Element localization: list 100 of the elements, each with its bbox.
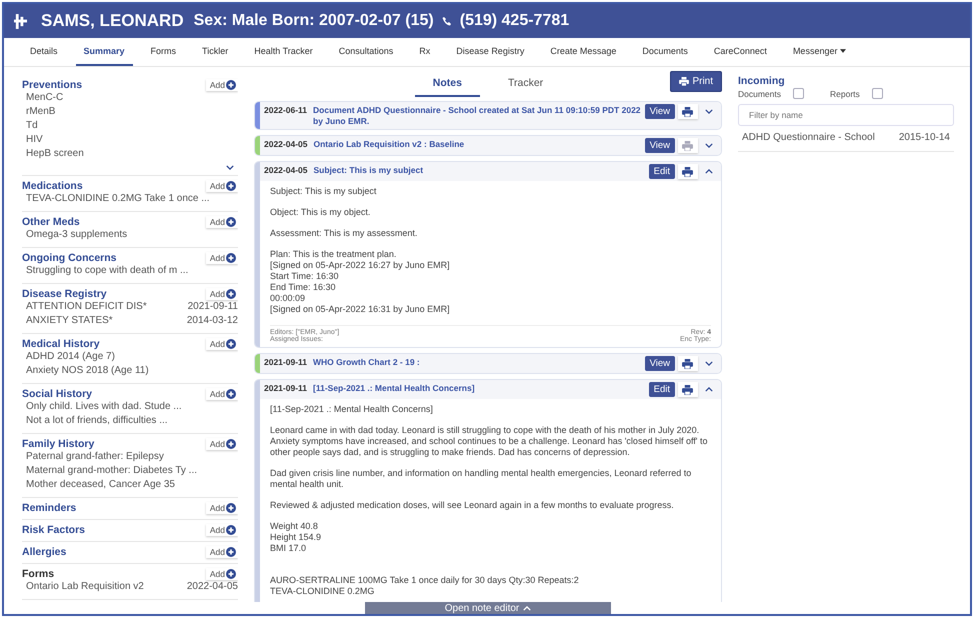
caret-icon [840, 49, 846, 53]
summary-item[interactable]: rMenB [26, 105, 56, 119]
print-note-button[interactable] [678, 164, 698, 179]
plus-icon [226, 339, 236, 349]
nav-tab[interactable]: Consultations [330, 38, 402, 66]
summary-item[interactable]: Not a lot of friends, difficulties ... [26, 414, 168, 428]
notes-tab[interactable]: Tracker [490, 71, 562, 97]
nav-tab[interactable]: Health Tracker [246, 38, 321, 66]
chevron-down-icon[interactable] [705, 109, 713, 114]
summary-item[interactable]: MenC-C [26, 91, 64, 105]
nav-tab[interactable]: Messenger [784, 38, 854, 66]
note-title[interactable]: [11-Sep-2021 .: Mental Health Concerns] [313, 383, 646, 394]
printer-icon [679, 77, 690, 86]
summary-item[interactable]: ADHD 2014 (Age 7) [26, 350, 115, 364]
nav-tab[interactable]: Create Message [542, 38, 624, 66]
summary-item[interactable]: Omega-3 supplements [26, 228, 128, 242]
summary-item[interactable]: Td [26, 119, 38, 133]
printer-icon [682, 140, 693, 150]
chevron-up-icon[interactable] [705, 169, 713, 174]
summary-item[interactable]: Anxiety NOS 2018 (Age 11) [26, 364, 149, 378]
patient-phone: (519) 425-7781 [460, 12, 570, 30]
nav-tab[interactable]: Tickler [194, 38, 236, 66]
note-title[interactable]: WHO Growth Chart 2 - 19 : [313, 357, 642, 368]
section-title: Medications [22, 180, 83, 192]
logo-icon [14, 12, 27, 30]
plus-icon [226, 503, 236, 513]
patient-details: Sex: Male Born: 2007-02-07 (15) [194, 12, 434, 30]
add-button[interactable]: Add [206, 438, 238, 450]
plus-icon [226, 569, 236, 579]
checkbox[interactable] [872, 88, 883, 99]
add-button[interactable]: Add [206, 388, 238, 400]
filter-label: Reports [830, 88, 860, 98]
summary-item[interactable]: Paternal grand-father: Epilepsy [26, 450, 164, 464]
view-button[interactable]: View [644, 356, 675, 371]
section-title: Social History [22, 388, 92, 400]
print-button[interactable]: Print [670, 71, 722, 92]
nav-tab[interactable]: Disease Registry [448, 38, 532, 66]
add-button[interactable]: Add [206, 288, 238, 300]
print-note-button[interactable] [678, 104, 698, 119]
chevron-up-icon[interactable] [705, 387, 713, 392]
print-note-button[interactable] [678, 382, 698, 397]
add-button[interactable]: Add [206, 252, 238, 264]
summary-item[interactable]: HepB screen [26, 147, 84, 161]
note-title[interactable]: Ontario Lab Requisition v2 : Baseline [313, 139, 642, 150]
edit-button[interactable]: Edit [648, 382, 675, 397]
add-button[interactable]: Add [206, 79, 238, 91]
phone-icon [442, 16, 452, 26]
note-date: 2022-04-05 [264, 139, 308, 150]
printer-icon [682, 166, 693, 176]
checkbox[interactable] [793, 88, 804, 99]
filter-label: Documents [738, 88, 781, 98]
edit-button[interactable]: Edit [648, 164, 675, 179]
nav-tab[interactable]: Forms [142, 38, 184, 66]
chevron-down-icon[interactable] [705, 143, 713, 148]
note-editor-bar[interactable]: Open note editor [365, 602, 611, 614]
summary-item[interactable]: Ontario Lab Requisition v2 [26, 580, 144, 594]
note-text: Object: This is my object. [270, 207, 372, 218]
note-date: 2022-04-05 [264, 165, 308, 176]
note-title[interactable]: Document ADHD Questionnaire - School created at Sat Jun 11 09:10:59 PDT 2022 by Juno EMR. [313, 105, 642, 127]
filter-input[interactable]: Filter by name [738, 104, 954, 126]
view-button[interactable]: View [644, 104, 675, 119]
notes-tab[interactable]: Notes [414, 71, 480, 97]
section-title: Other Meds [22, 216, 80, 228]
section-title: Allergies [22, 546, 66, 558]
add-button[interactable]: Add [206, 338, 238, 350]
summary-item[interactable]: HIV [26, 133, 43, 147]
nav-tab[interactable]: CareConnect [706, 38, 775, 66]
add-button[interactable]: Add [206, 546, 238, 558]
summary-item[interactable]: Struggling to cope with death of m ... [26, 264, 188, 278]
nav-tab[interactable]: Documents [634, 38, 696, 66]
add-button[interactable]: Add [206, 568, 238, 580]
summary-item[interactable]: Only child. Lives with dad. Stude ... [26, 400, 182, 414]
plus-icon [226, 547, 236, 557]
view-button[interactable]: View [644, 138, 675, 153]
summary-item[interactable]: Maternal grand-mother: Diabetes Ty ... [26, 464, 198, 478]
printer-icon [682, 358, 693, 368]
chevron-down-icon[interactable] [705, 361, 713, 366]
summary-item[interactable]: ANXIETY STATES* [26, 314, 113, 328]
plus-icon [226, 439, 236, 449]
section-title: Risk Factors [22, 524, 86, 536]
add-button[interactable]: Add [206, 180, 238, 192]
summary-item[interactable]: Mother deceased, Cancer Age 35 [26, 478, 175, 492]
add-button[interactable]: Add [206, 216, 238, 228]
note-date: 2021-09-11 [264, 383, 308, 394]
note-date: 2022-06-11 [264, 105, 308, 117]
add-button[interactable]: Add [206, 502, 238, 514]
incoming-document[interactable]: ADHD Questionnaire - School [742, 132, 875, 143]
summary-item[interactable]: ATTENTION DEFICIT DIS* [26, 300, 147, 314]
item-date: 2021-09-11 [188, 300, 238, 314]
plus-icon [226, 80, 236, 90]
print-note-button[interactable] [678, 356, 698, 371]
note-date: 2021-09-11 [264, 357, 308, 368]
note-title[interactable]: Subject: This is my subject [313, 165, 646, 176]
add-button[interactable]: Add [206, 524, 238, 536]
nav-tab[interactable]: Summary [76, 38, 133, 66]
nav-tab[interactable]: Rx [411, 38, 438, 66]
printer-icon [682, 106, 693, 116]
nav-tab[interactable]: Details [22, 38, 66, 66]
summary-item[interactable]: TEVA-CLONIDINE 0.2MG Take 1 once ... [26, 192, 210, 206]
chevron-down-icon[interactable] [226, 165, 234, 170]
